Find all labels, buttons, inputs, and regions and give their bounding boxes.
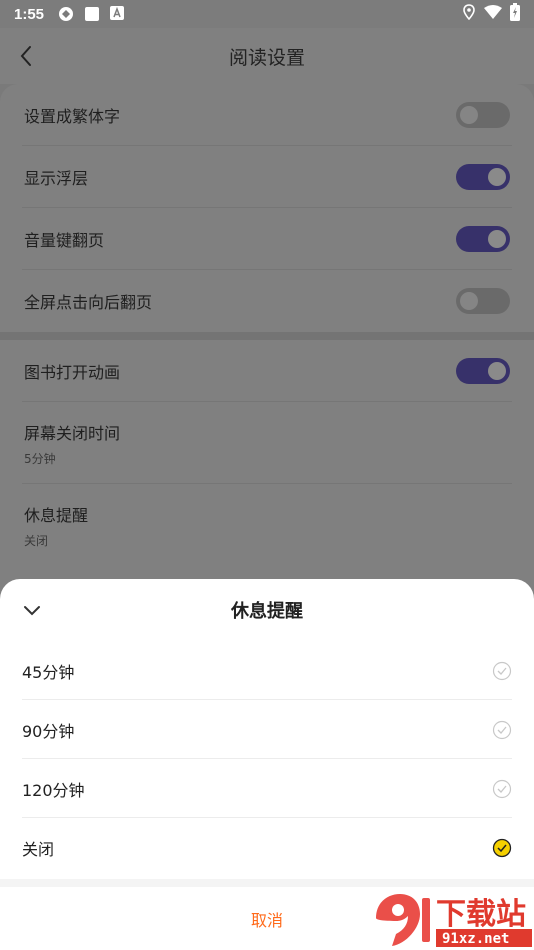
toggle-knob <box>488 362 506 380</box>
collapse-button[interactable] <box>18 597 46 625</box>
book-animation-toggle[interactable] <box>456 358 510 384</box>
setting-row-overlay[interactable]: 显示浮层 <box>0 146 534 208</box>
setting-row-traditional[interactable]: 设置成繁体字 <box>0 84 534 146</box>
option-120min[interactable]: 120分钟 <box>0 759 534 818</box>
a-badge-icon <box>110 6 126 22</box>
sheet-separator <box>0 879 534 887</box>
setting-row-volume-key[interactable]: 音量键翻页 <box>0 208 534 270</box>
setting-label: 图书打开动画 <box>24 363 121 382</box>
option-90min[interactable]: 90分钟 <box>0 700 534 759</box>
toggle-knob <box>488 230 506 248</box>
setting-row-fullscreen-tap[interactable]: 全屏点击向后翻页 <box>0 270 534 332</box>
check-circle-icon <box>492 661 512 681</box>
check-circle-icon <box>492 720 512 740</box>
setting-row-screen-off[interactable]: 屏幕关闭时间 5分钟 <box>0 402 534 484</box>
setting-label: 音量键翻页 <box>24 231 105 250</box>
setting-label: 全屏点击向后翻页 <box>24 293 153 312</box>
setting-label: 休息提醒 <box>24 506 89 525</box>
location-icon <box>462 4 476 24</box>
back-button[interactable] <box>10 40 42 72</box>
settings-group-1: 设置成繁体字 显示浮层 音量键翻页 全屏点击向后翻页 <box>0 84 534 332</box>
chevron-down-icon <box>24 606 40 616</box>
setting-label: 设置成繁体字 <box>24 107 121 126</box>
settings-group-2: 图书打开动画 屏幕关闭时间 5分钟 休息提醒 关闭 <box>0 340 534 600</box>
group-separator <box>0 332 534 340</box>
status-bar: 1:55 <box>0 0 534 28</box>
setting-value: 关闭 <box>24 534 49 548</box>
setting-value: 5分钟 <box>24 452 56 466</box>
check-circle-selected-icon <box>492 838 512 858</box>
status-time: 1:55 <box>14 5 45 23</box>
svg-text:下载站: 下载站 <box>436 897 526 932</box>
setting-label: 屏幕关闭时间 <box>24 424 121 443</box>
traditional-toggle[interactable] <box>456 102 510 128</box>
svg-text:91xz.net: 91xz.net <box>442 931 509 947</box>
volume-key-toggle[interactable] <box>456 226 510 252</box>
battery-charging-icon <box>510 3 520 25</box>
option-45min[interactable]: 45分钟 <box>0 641 534 700</box>
overlay-toggle[interactable] <box>456 164 510 190</box>
setting-row-rest-reminder[interactable]: 休息提醒 关闭 <box>0 484 534 566</box>
app-header: 阅读设置 <box>0 28 534 84</box>
page-title: 阅读设置 <box>228 46 305 69</box>
option-label: 120分钟 <box>22 780 85 800</box>
sync-icon <box>58 6 74 22</box>
toggle-knob <box>488 168 506 186</box>
sheet-title: 休息提醒 <box>231 601 303 622</box>
watermark-logo: 下载站 91xz.net <box>376 894 532 947</box>
fullscreen-tap-toggle[interactable] <box>456 288 510 314</box>
option-label: 45分钟 <box>22 662 75 682</box>
option-off[interactable]: 关闭 <box>0 818 534 877</box>
setting-label: 显示浮层 <box>24 169 89 188</box>
cancel-label: 取消 <box>250 910 283 930</box>
toggle-knob <box>460 106 478 124</box>
option-label: 关闭 <box>22 839 55 859</box>
chevron-left-icon <box>20 46 31 66</box>
toggle-knob <box>460 292 478 310</box>
option-label: 90分钟 <box>22 721 75 741</box>
wifi-icon <box>484 5 502 23</box>
sheet-header: 休息提醒 <box>0 579 534 641</box>
square-icon <box>84 6 100 22</box>
check-circle-icon <box>492 779 512 799</box>
setting-row-book-animation[interactable]: 图书打开动画 <box>0 340 534 402</box>
